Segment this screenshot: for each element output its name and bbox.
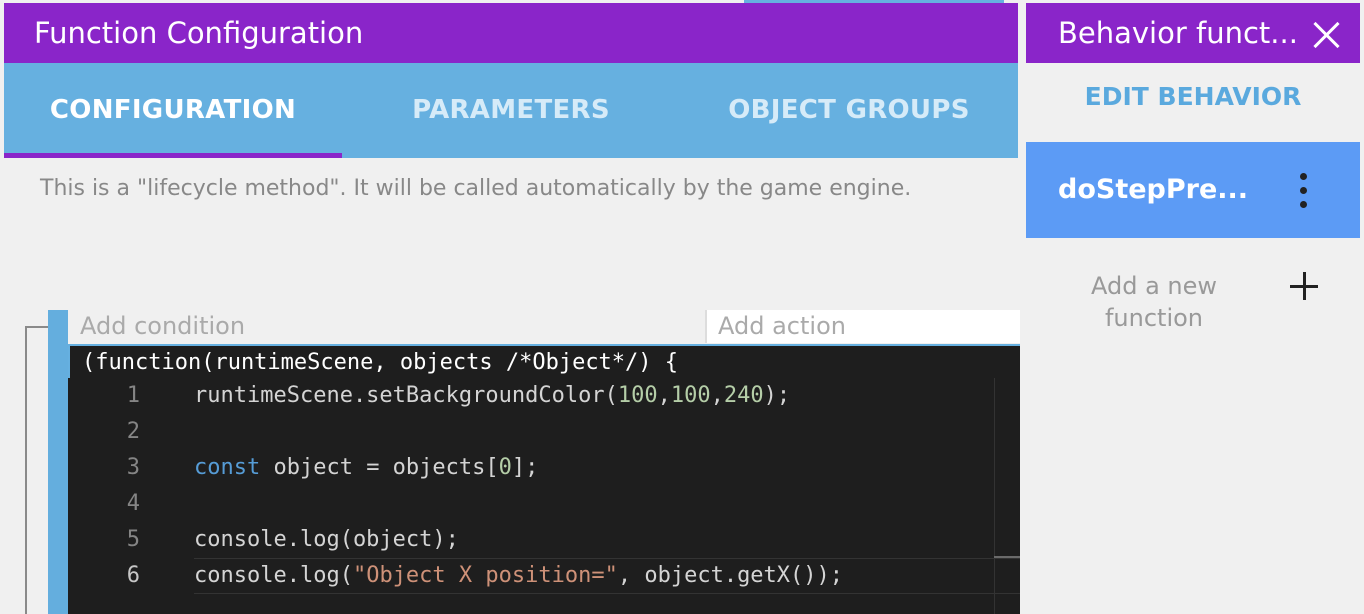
add-condition-button[interactable]: Add condition [68,310,704,343]
code-number: 100 [670,383,711,408]
add-action-button[interactable]: Add action [705,310,1020,343]
plus-icon[interactable] [1290,272,1318,300]
code-token: , [710,383,724,408]
code-string: "Object X position=" [352,563,618,588]
code-line-current[interactable]: 6 console.log("Object X position=", obje… [68,558,1020,594]
code-editor[interactable]: 1 runtimeScene.setBackgroundColor(100,10… [68,378,1020,614]
dialog-title: Function Configuration [4,3,1018,63]
code-line[interactable]: 3 const object = objects[0]; [68,450,1020,486]
tab-object-groups[interactable]: OBJECT GROUPS [680,63,1018,158]
code-token: ); [763,383,791,408]
code-token: ]; [511,455,539,480]
add-new-function-label[interactable]: Add a new function [1080,270,1228,334]
code-line[interactable]: 5 console.log(object); [68,522,1020,558]
code-token: runtimeScene.setBackgroundColor( [194,383,618,408]
code-number: 240 [723,383,764,408]
line-number: 1 [126,383,140,408]
line-number: 5 [126,527,140,552]
more-vert-icon[interactable] [1298,173,1310,209]
line-number: 6 [126,563,140,588]
active-tab-indicator [4,153,342,158]
line-number: 3 [126,455,140,480]
tab-parameters[interactable]: PARAMETERS [342,63,680,158]
lifecycle-description: This is a "lifecycle method". It will be… [40,176,912,201]
code-keyword: const [194,455,261,480]
line-content[interactable]: console.log(object); [194,522,459,558]
tab-configuration[interactable]: CONFIGURATION [4,63,342,158]
event-tree-line [25,326,27,614]
code-line[interactable]: 4 [68,486,1020,522]
line-number: 4 [126,491,140,516]
code-token: , [657,383,671,408]
line-content[interactable]: console.log("Object X position=", object… [194,558,843,594]
line-content[interactable]: const object = objects[0]; [194,450,538,486]
code-number: 0 [498,455,512,480]
edit-behavior-button[interactable]: EDIT BEHAVIOR [1026,82,1364,111]
event-tree-branch [25,326,48,328]
close-icon[interactable] [1312,20,1342,50]
code-line[interactable]: 1 runtimeScene.setBackgroundColor(100,10… [68,378,1020,414]
behavior-functions-title: Behavior funct... [1026,3,1360,63]
tab-bar: CONFIGURATION PARAMETERS OBJECT GROUPS [4,63,1018,158]
code-token: object = objects[ [260,455,499,480]
line-number: 2 [126,419,140,444]
code-number: 100 [617,383,658,408]
code-token: , object.getX()); [617,563,844,588]
code-token: console.log( [194,563,353,588]
line-content[interactable]: runtimeScene.setBackgroundColor(100,100,… [194,378,790,414]
code-function-signature: (function(runtimeScene, objects /*Object… [68,344,1020,378]
event-gutter[interactable] [48,310,68,614]
code-line[interactable]: 2 [68,414,1020,450]
code-token: console.log(object); [194,527,459,552]
